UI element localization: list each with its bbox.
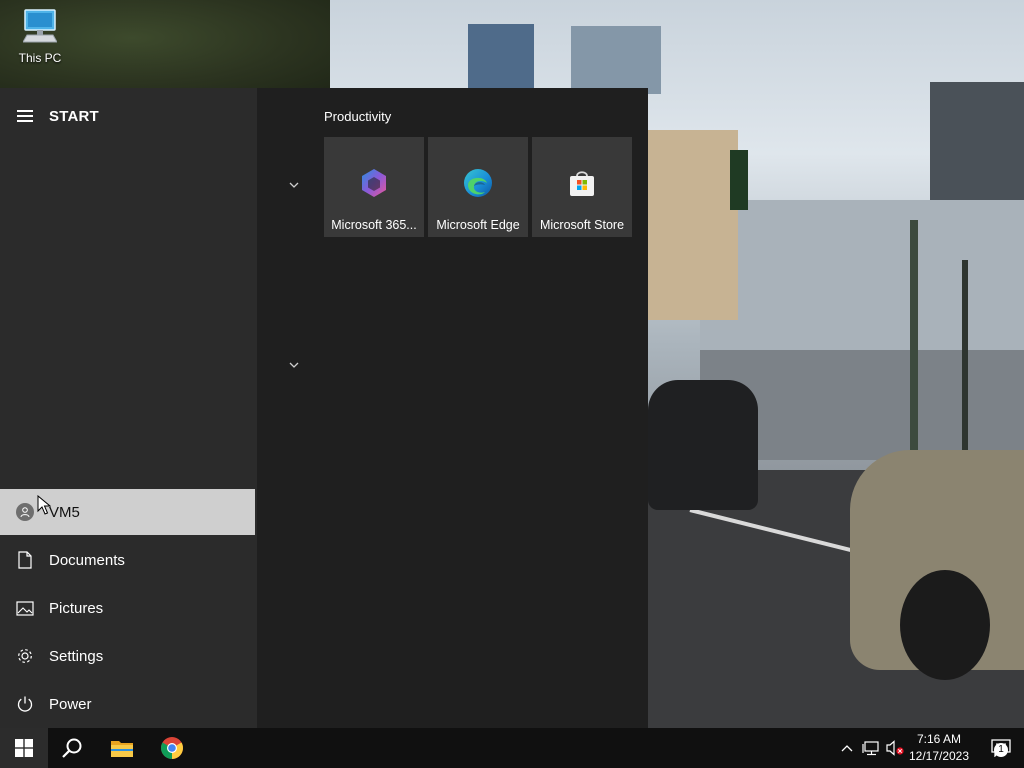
tile-group-label: Productivity: [324, 109, 392, 124]
sidebar-item-label: Settings: [49, 647, 104, 665]
desktop-icon-this-pc[interactable]: This PC: [10, 8, 70, 65]
microsoft-365-icon: [358, 167, 390, 199]
desktop-icon-label: This PC: [18, 51, 62, 65]
folder-icon: [111, 741, 133, 757]
tile-microsoft-store[interactable]: Microsoft Store: [532, 137, 632, 237]
gear-icon: [15, 646, 35, 666]
chevron-down-icon[interactable]: [287, 358, 301, 372]
taskbar: 7:16 AM 12/17/2023: [0, 728, 1024, 768]
sidebar-item-label: Documents: [49, 551, 125, 569]
store-icon: [566, 167, 598, 199]
power-icon: [15, 694, 35, 714]
start-menu-header: START: [0, 88, 257, 144]
volume-button[interactable]: [884, 728, 906, 768]
sidebar-item-label: Pictures: [49, 599, 104, 617]
chevron-up-icon: [841, 745, 853, 752]
hamburger-icon[interactable]: [17, 110, 33, 122]
clock[interactable]: 7:16 AM 12/17/2023: [906, 731, 972, 765]
pictures-icon: [15, 598, 35, 618]
tile-label: Microsoft 365...: [331, 218, 417, 232]
mouse-cursor-icon: [37, 495, 51, 515]
user-avatar-icon: [15, 502, 35, 522]
volume-muted-icon: [886, 740, 904, 756]
tile-microsoft-edge[interactable]: Microsoft Edge: [428, 137, 528, 237]
search-button[interactable]: [48, 728, 96, 768]
sidebar-item-settings[interactable]: Settings: [0, 633, 255, 679]
sidebar-item-pictures[interactable]: Pictures: [0, 585, 255, 631]
start-menu-title: START: [49, 107, 99, 125]
tile-label: Microsoft Edge: [436, 218, 520, 232]
document-icon: [15, 550, 35, 570]
computer-icon: [22, 8, 58, 48]
chevron-down-icon[interactable]: [287, 178, 301, 192]
tile-microsoft-365[interactable]: Microsoft 365...: [324, 137, 424, 237]
windows-icon: [15, 739, 33, 757]
clock-date: 12/17/2023: [908, 749, 970, 763]
start-menu-tiles-panel: Productivity Microsoft 365... Microsoft …: [257, 88, 648, 728]
sidebar-item-label: Power: [49, 695, 92, 713]
sidebar-item-power[interactable]: Power: [0, 681, 255, 727]
show-hidden-icons-button[interactable]: [838, 728, 856, 768]
chrome-icon: [161, 737, 183, 759]
sidebar-item-documents[interactable]: Documents: [0, 537, 255, 583]
network-icon: [862, 741, 879, 756]
sidebar-item-label: VM5: [49, 503, 80, 521]
tile-label: Microsoft Store: [539, 218, 625, 232]
start-menu-sidebar: START VM5 Documents Pictures Settings Po…: [0, 88, 257, 728]
notification-count-badge: 1: [994, 743, 1008, 757]
start-button[interactable]: [0, 728, 48, 768]
clock-time: 7:16 AM: [916, 732, 962, 746]
network-button[interactable]: [860, 728, 882, 768]
chrome-button[interactable]: [148, 728, 196, 768]
file-explorer-button[interactable]: [98, 728, 146, 768]
edge-icon: [462, 167, 494, 199]
search-icon: [62, 738, 82, 758]
